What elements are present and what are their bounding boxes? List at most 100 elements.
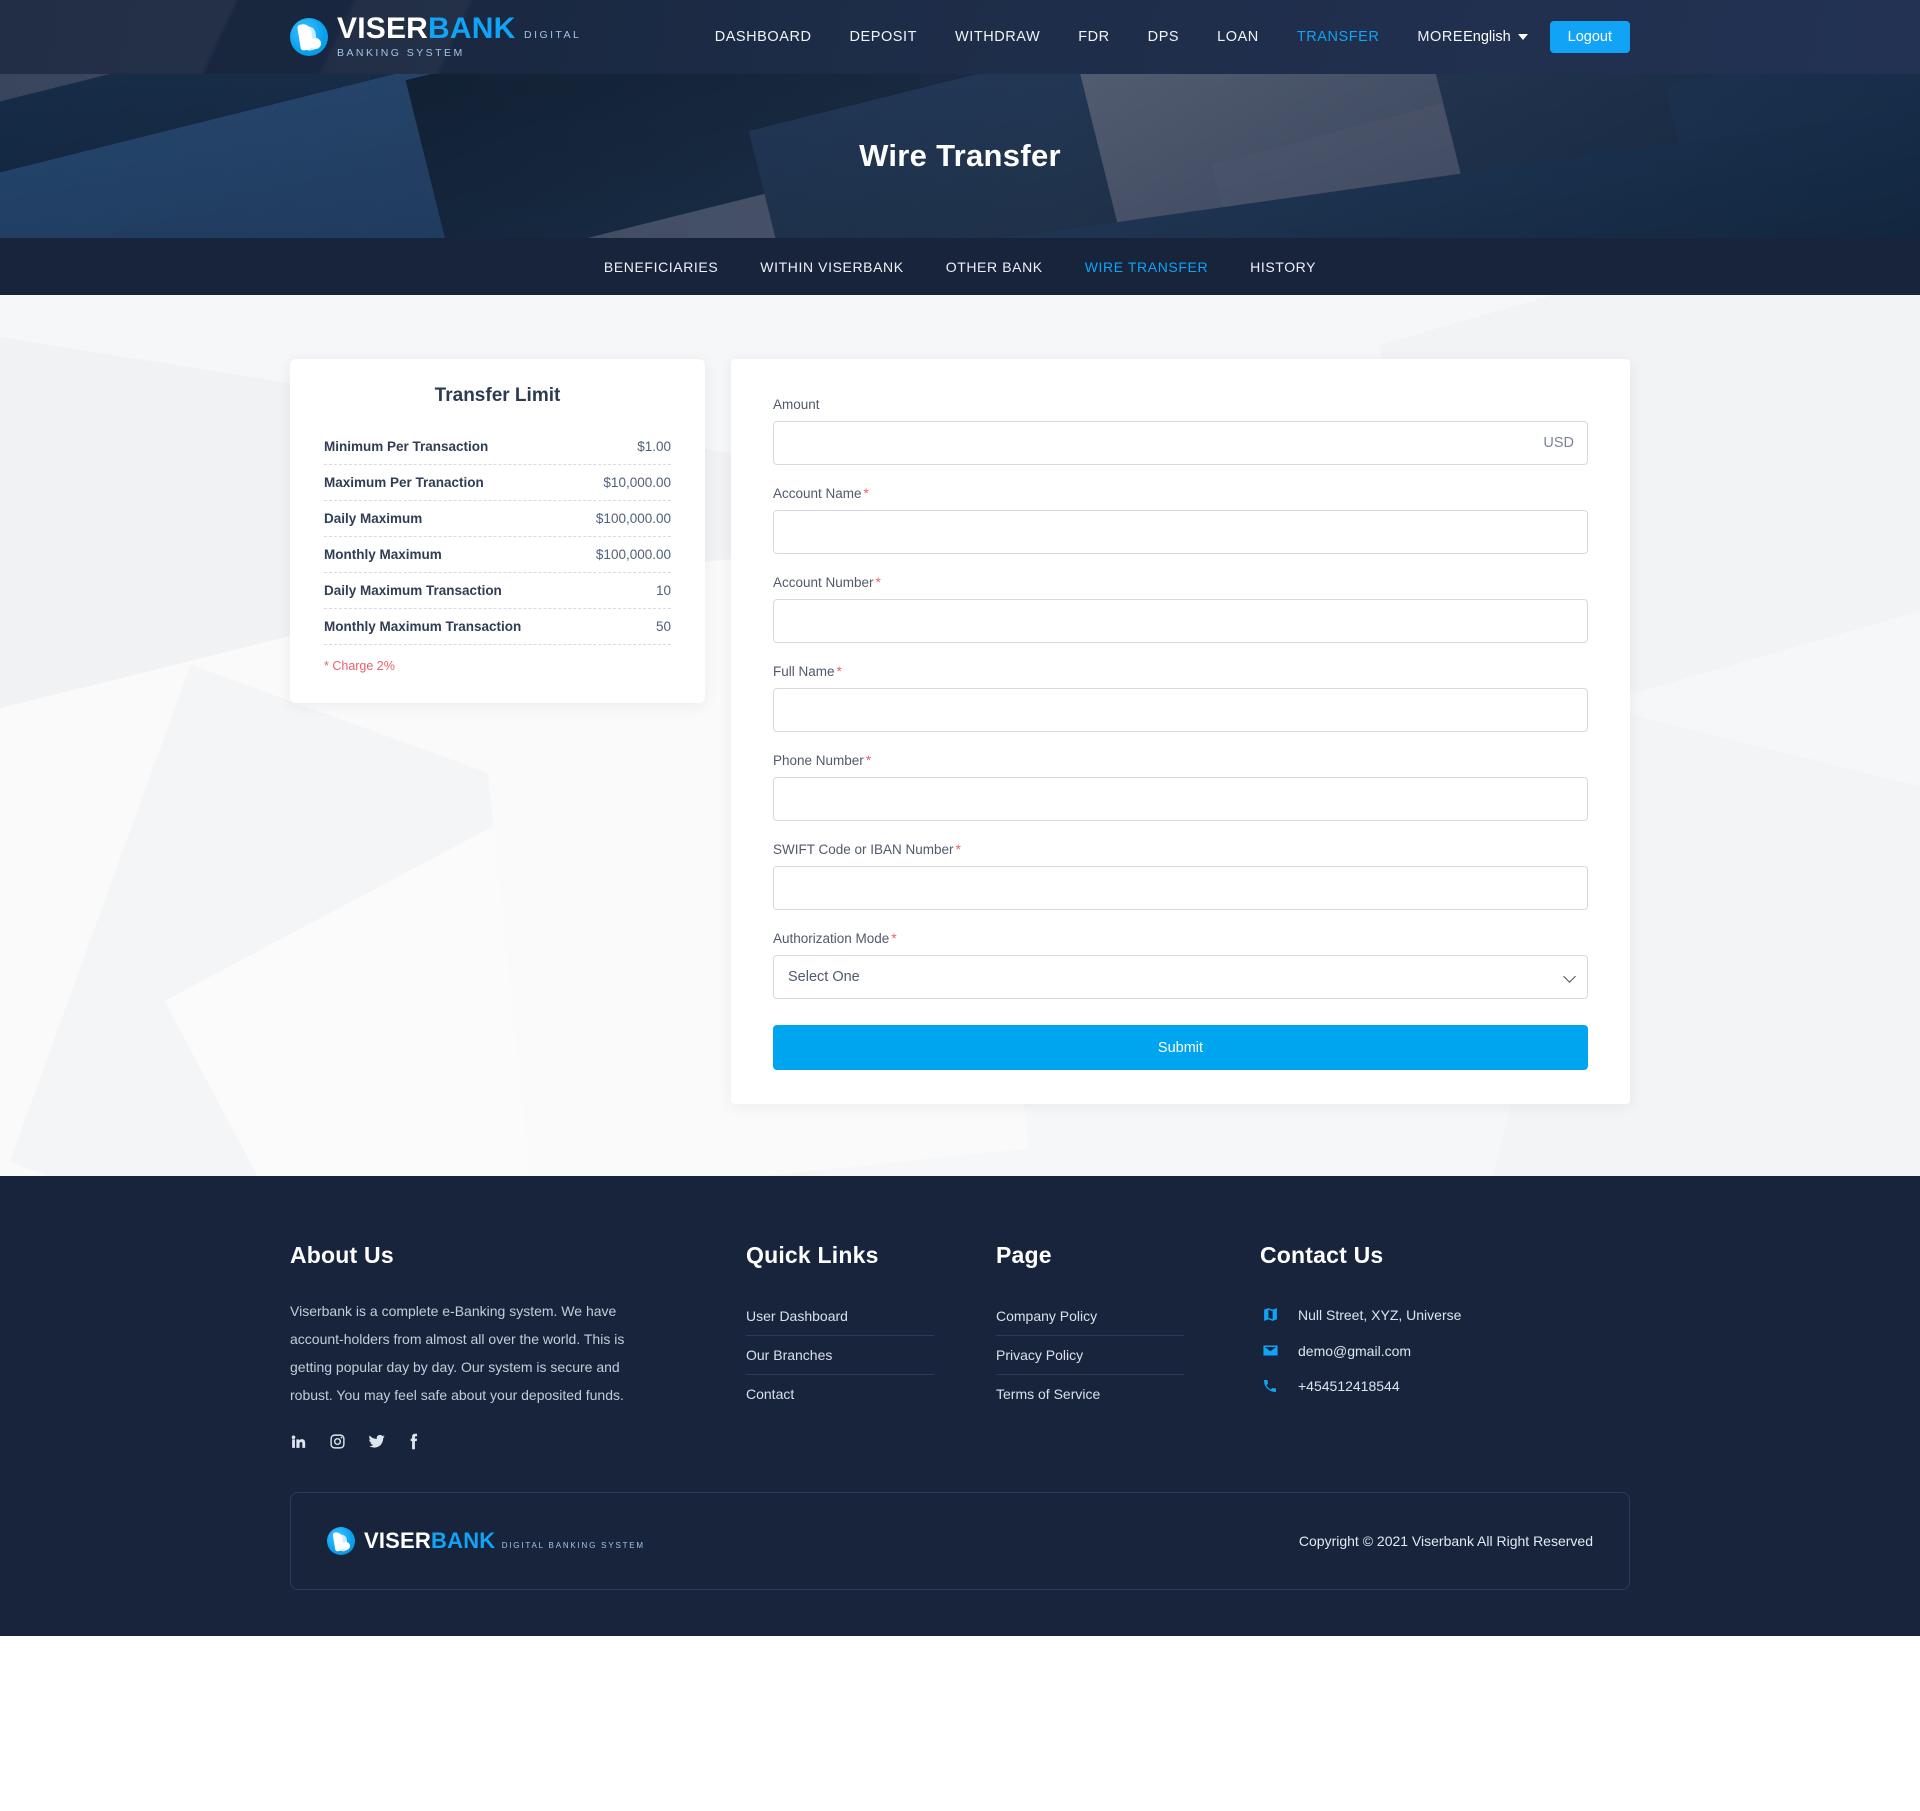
top-navbar: VISERBANK DIGITAL BANKING SYSTEM DASHBOA… <box>0 0 1920 74</box>
phone-icon <box>1260 1378 1280 1394</box>
chevron-down-icon <box>1517 34 1528 40</box>
brand-logo[interactable]: VISERBANK DIGITAL BANKING SYSTEM <box>290 14 639 60</box>
nav-link-withdraw[interactable]: WITHDRAW <box>955 29 1040 45</box>
viserbank-logo-icon <box>290 18 328 56</box>
limit-value: 50 <box>655 619 671 634</box>
nav-link-dashboard[interactable]: DASHBOARD <box>715 29 812 45</box>
full-name-input[interactable] <box>773 688 1588 732</box>
footer-quick-links-column: Quick Links User Dashboard Our Branches … <box>746 1242 958 1450</box>
language-label: English <box>1463 29 1511 45</box>
footer-contact-column: Contact Us Null Street, XYZ, Universe de… <box>1260 1242 1590 1450</box>
tab-within-viserbank[interactable]: WITHIN VISERBANK <box>760 259 903 275</box>
required-marker: * <box>865 753 872 768</box>
field-full-name: Full Name * <box>773 664 1588 732</box>
transfer-subnav: BENEFICIARIES WITHIN VISERBANK OTHER BAN… <box>0 238 1920 295</box>
brand-name-first: VISER <box>337 12 429 45</box>
submit-button[interactable]: Submit <box>773 1025 1588 1070</box>
footer-link-item: Privacy Policy <box>996 1336 1184 1375</box>
footer-brand-logo[interactable]: VISERBANK DIGITAL BANKING SYSTEM <box>327 1527 645 1555</box>
main-menu-item: DEPOSIT <box>850 28 918 46</box>
tab-other-bank[interactable]: OTHER BANK <box>946 259 1043 275</box>
limit-label: Monthly Maximum Transaction <box>324 619 522 634</box>
label-phone-number-text: Phone Number <box>773 753 864 768</box>
required-marker: * <box>836 664 842 679</box>
field-account-name: Account Name * <box>773 486 1588 554</box>
footer-brand-name-second: BANK <box>431 1528 496 1553</box>
transfer-limit-title: Transfer Limit <box>434 385 561 406</box>
limit-value: 10 <box>655 583 671 598</box>
limit-row: Minimum Per Transaction $1.00 <box>324 429 671 465</box>
footer-brand-name-first: VISER <box>364 1528 432 1553</box>
limit-row: Daily Maximum Transaction 10 <box>324 573 671 609</box>
footer-link-terms-of-service[interactable]: Terms of Service <box>996 1375 1184 1413</box>
limit-value: $100,000.00 <box>595 511 671 526</box>
nav-link-dps[interactable]: DPS <box>1148 29 1179 45</box>
language-selector[interactable]: English <box>1463 29 1528 45</box>
field-authorization-mode: Authorization Mode * Select One <box>773 931 1588 999</box>
footer-link-our-branches[interactable]: Our Branches <box>746 1336 934 1374</box>
logout-button[interactable]: Logout <box>1549 21 1630 53</box>
facebook-icon[interactable] <box>408 1433 419 1450</box>
footer-link-privacy-policy[interactable]: Privacy Policy <box>996 1336 1184 1374</box>
account-name-input[interactable] <box>773 510 1588 554</box>
nav-link-deposit[interactable]: DEPOSIT <box>850 29 918 45</box>
envelope-icon <box>1260 1342 1280 1359</box>
map-marker-icon <box>1260 1306 1280 1323</box>
contact-address-text: Null Street, XYZ, Universe <box>1298 1306 1462 1323</box>
main-menu-item: TRANSFER <box>1297 28 1380 46</box>
label-account-number: Account Number * <box>773 575 1588 590</box>
footer-link-contact[interactable]: Contact <box>746 1375 934 1413</box>
twitter-icon[interactable] <box>368 1433 386 1450</box>
brand-name-second: BANK <box>428 12 516 45</box>
footer-page-heading: Page <box>996 1242 1052 1268</box>
contact-email-item: demo@gmail.com <box>1260 1333 1566 1369</box>
limit-value: $100,000.00 <box>595 547 671 562</box>
footer-page-column: Page Company Policy Privacy Policy Terms… <box>996 1242 1208 1450</box>
nav-link-fdr[interactable]: FDR <box>1078 29 1109 45</box>
tab-beneficiaries[interactable]: BENEFICIARIES <box>604 259 718 275</box>
footer-link-item: Company Policy <box>996 1297 1184 1336</box>
main-menu-item: MORE <box>1417 28 1463 46</box>
account-number-input[interactable] <box>773 599 1588 643</box>
main-menu-item: WITHDRAW <box>955 28 1040 46</box>
footer-link-item: Our Branches <box>746 1336 934 1375</box>
authorization-mode-select[interactable]: Select One <box>773 955 1588 999</box>
main-menu-item: DPS <box>1148 28 1179 46</box>
tab-wire-transfer[interactable]: WIRE TRANSFER <box>1085 259 1208 275</box>
label-account-number-text: Account Number <box>773 575 874 590</box>
footer-link-item: User Dashboard <box>746 1297 934 1336</box>
main-menu-item: FDR <box>1078 28 1109 46</box>
field-account-number: Account Number * <box>773 575 1588 643</box>
limit-row: Monthly Maximum $100,000.00 <box>324 537 671 573</box>
copyright-text: Copyright © 2021 Viserbank All Right Res… <box>1298 1533 1593 1549</box>
nav-link-loan[interactable]: LOAN <box>1217 29 1259 45</box>
limit-label: Daily Maximum <box>324 511 423 526</box>
contact-email-text: demo@gmail.com <box>1298 1342 1412 1359</box>
tab-history[interactable]: HISTORY <box>1250 259 1316 275</box>
limit-row: Maximum Per Tranaction $10,000.00 <box>324 465 671 501</box>
field-swift-code: SWIFT Code or IBAN Number * <box>773 842 1588 910</box>
footer-link-item: Contact <box>746 1375 934 1413</box>
footer-quick-links-heading: Quick Links <box>746 1242 879 1268</box>
page-title: Wire Transfer <box>859 138 1061 173</box>
viserbank-logo-icon <box>327 1527 355 1555</box>
nav-link-transfer[interactable]: TRANSFER <box>1297 29 1380 45</box>
required-marker: * <box>891 931 897 946</box>
footer-link-company-policy[interactable]: Company Policy <box>996 1297 1184 1335</box>
footer-link-user-dashboard[interactable]: User Dashboard <box>746 1297 934 1335</box>
phone-number-input[interactable] <box>773 777 1588 821</box>
main-menu-item: LOAN <box>1217 28 1259 46</box>
linkedin-icon[interactable] <box>290 1433 307 1450</box>
footer-about-heading: About Us <box>290 1242 394 1268</box>
nav-link-more[interactable]: MORE <box>1417 29 1463 45</box>
amount-input[interactable] <box>773 421 1588 465</box>
label-account-name-text: Account Name <box>773 486 862 501</box>
footer-about-text: Viserbank is a complete e-Banking system… <box>290 1303 625 1403</box>
footer-about-column: About Us Viserbank is a complete e-Banki… <box>290 1242 690 1450</box>
page-hero-banner: Wire Transfer <box>0 74 1920 238</box>
label-account-name: Account Name * <box>773 486 1588 501</box>
limit-value: $1.00 <box>637 439 671 454</box>
instagram-icon[interactable] <box>329 1433 346 1450</box>
swift-code-input[interactable] <box>773 866 1588 910</box>
contact-phone-item: +454512418544 <box>1260 1369 1566 1404</box>
